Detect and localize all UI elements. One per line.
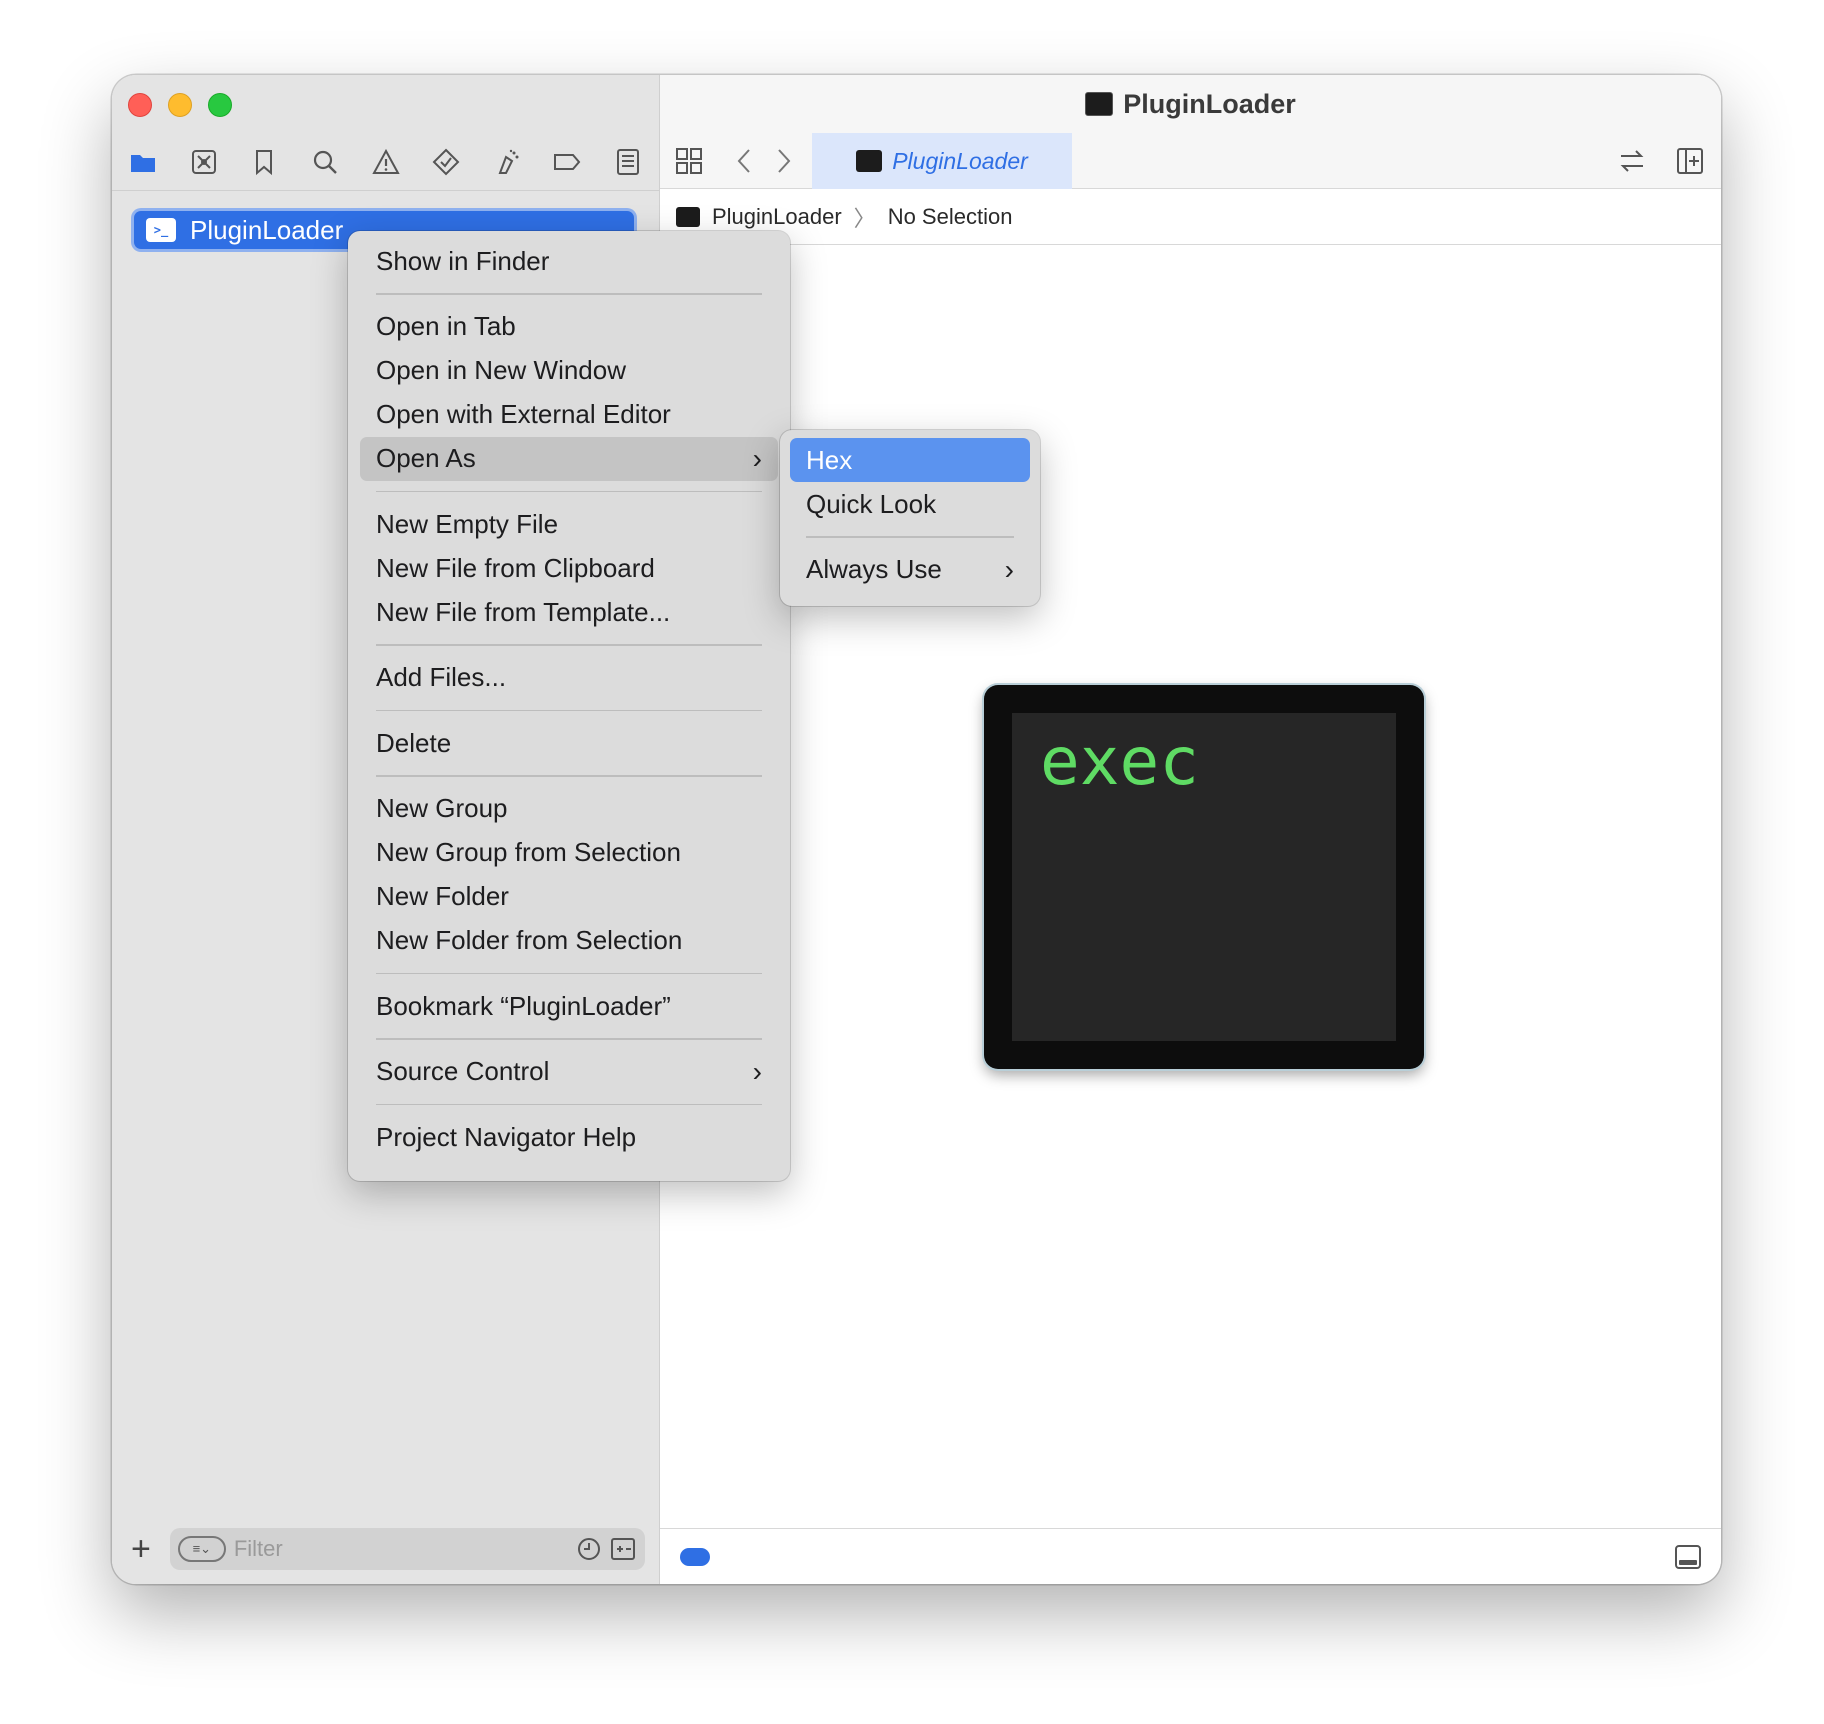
recent-files-icon[interactable] <box>575 1535 603 1563</box>
warning-icon[interactable] <box>369 145 403 179</box>
filter-input[interactable]: Filter <box>234 1536 569 1562</box>
menu-item-project-navigator-help[interactable]: Project Navigator Help <box>360 1115 778 1159</box>
close-button[interactable] <box>128 93 152 117</box>
zoom-button[interactable] <box>208 93 232 117</box>
tree-item-label: PluginLoader <box>190 214 344 245</box>
minimize-button[interactable] <box>168 93 192 117</box>
menu-item-open-in-new-window[interactable]: Open in New Window <box>360 349 778 393</box>
menu-separator <box>376 709 762 711</box>
menu-item-new-group-from-selection[interactable]: New Group from Selection <box>360 831 778 875</box>
jump-selection[interactable]: No Selection <box>888 204 1013 230</box>
test-icon[interactable] <box>429 145 463 179</box>
menu-item-label: Always Use <box>806 554 942 584</box>
chevron-right-icon: › <box>1004 553 1014 585</box>
filter-options-icon[interactable]: ≡⌄ <box>177 1536 226 1562</box>
menu-separator <box>376 490 762 492</box>
window-controls <box>128 93 232 117</box>
executable-file-icon: >_ <box>146 218 176 242</box>
menu-item-new-group[interactable]: New Group <box>360 787 778 831</box>
debug-area-icon[interactable] <box>1675 1544 1701 1569</box>
submenu-item-quick-look[interactable]: Quick Look <box>790 482 1030 526</box>
breakpoint-icon[interactable] <box>550 145 584 179</box>
debug-icon[interactable] <box>490 145 524 179</box>
menu-separator <box>376 1103 762 1105</box>
report-icon[interactable] <box>611 145 645 179</box>
forward-icon[interactable] <box>768 146 798 176</box>
menu-item-bookmark[interactable]: Bookmark “PluginLoader” <box>360 984 778 1028</box>
menu-item-new-folder-from-selection[interactable]: New Folder from Selection <box>360 919 778 963</box>
menu-item-label: Open As <box>376 443 476 473</box>
menu-item-new-file-from-template[interactable]: New File from Template... <box>360 590 778 634</box>
menu-item-open-as[interactable]: Open As › <box>360 436 778 481</box>
menu-item-open-in-tab[interactable]: Open in Tab <box>360 305 778 349</box>
tab-bar: PluginLoader <box>660 133 1721 189</box>
add-button[interactable]: + <box>126 1532 156 1566</box>
menu-item-show-in-finder[interactable]: Show in Finder <box>360 239 778 283</box>
editor-area: PluginLoader PluginLoader PluginLoader 〉… <box>660 75 1721 1584</box>
menu-item-new-folder[interactable]: New Folder <box>360 875 778 919</box>
tab-label: PluginLoader <box>892 147 1028 174</box>
menu-separator <box>376 972 762 974</box>
menu-item-new-empty-file[interactable]: New Empty File <box>360 502 778 546</box>
swap-icon[interactable] <box>1617 146 1647 176</box>
menu-item-open-with-external-editor[interactable]: Open with External Editor <box>360 393 778 437</box>
menu-item-source-control[interactable]: Source Control › <box>360 1050 778 1094</box>
terminal-icon <box>1085 92 1114 116</box>
jump-file[interactable]: PluginLoader <box>712 204 842 230</box>
back-icon[interactable] <box>730 146 760 176</box>
menu-item-label: Source Control <box>376 1056 550 1086</box>
filter-field[interactable]: ≡⌄ Filter <box>169 1528 645 1570</box>
source-control-filter-icon[interactable] <box>609 1535 637 1563</box>
submenu-item-hex[interactable]: Hex <box>790 438 1030 482</box>
jump-bar: PluginLoader 〉 No Selection <box>660 189 1721 245</box>
menu-separator <box>376 775 762 777</box>
chevron-right-icon: › <box>752 1055 762 1087</box>
breakpoints-toggle-icon[interactable] <box>680 1547 710 1566</box>
menu-separator <box>806 536 1014 538</box>
filter-bar: + ≡⌄ Filter <box>112 1514 659 1584</box>
open-as-submenu: Hex Quick Look Always Use › <box>780 430 1040 606</box>
terminal-icon <box>676 206 700 227</box>
exec-label: exec <box>1040 723 1199 800</box>
source-control-icon[interactable] <box>187 145 221 179</box>
chevron-right-icon: › <box>752 442 762 474</box>
executable-preview-icon: exec <box>984 685 1424 1069</box>
menu-item-add-files[interactable]: Add Files... <box>360 656 778 700</box>
grid-icon[interactable] <box>674 146 704 176</box>
tab-pluginloader[interactable]: PluginLoader <box>812 133 1072 189</box>
menu-item-new-file-from-clipboard[interactable]: New File from Clipboard <box>360 546 778 590</box>
menu-separator <box>376 1038 762 1040</box>
terminal-screen: exec <box>1012 713 1396 1041</box>
terminal-icon <box>856 150 883 172</box>
menu-item-delete[interactable]: Delete <box>360 721 778 765</box>
bookmark-icon[interactable] <box>247 145 281 179</box>
menu-separator <box>376 293 762 295</box>
folder-icon[interactable] <box>126 145 160 179</box>
find-icon[interactable] <box>308 145 342 179</box>
window-title: PluginLoader <box>1123 88 1296 119</box>
debug-bar <box>660 1528 1721 1584</box>
submenu-item-always-use[interactable]: Always Use › <box>790 548 1030 592</box>
menu-separator <box>376 644 762 646</box>
navigator-toolbar <box>112 133 659 191</box>
context-menu: Show in Finder Open in Tab Open in New W… <box>348 231 790 1181</box>
window-titlebar: PluginLoader <box>660 75 1721 133</box>
add-editor-icon[interactable] <box>1675 146 1705 176</box>
chevron-right-icon: 〉 <box>853 205 876 231</box>
